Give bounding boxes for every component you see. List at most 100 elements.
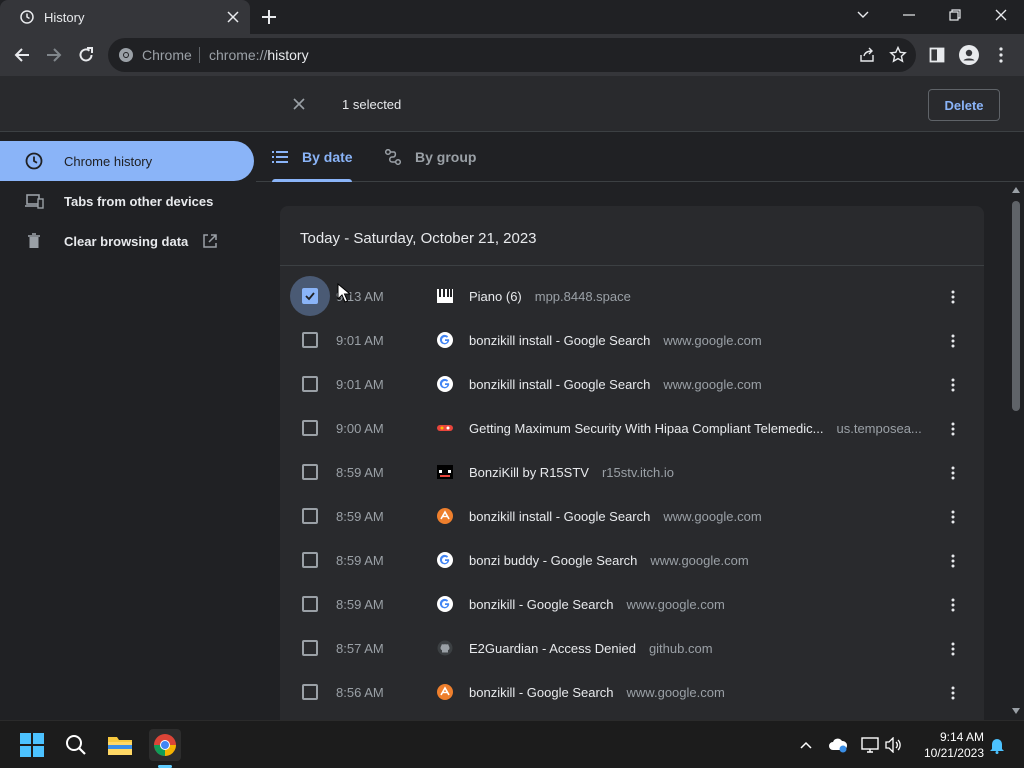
row-menu-button[interactable] [944,331,962,351]
row-checkbox[interactable] [302,420,318,436]
page-title: bonzikill install - Google Search [469,377,651,392]
row-menu-button[interactable] [944,683,962,703]
page-title: bonzikill install - Google Search [469,333,651,348]
notifications-button[interactable] [987,735,1007,755]
clock-time: 9:14 AM [939,730,984,744]
row-link[interactable]: Piano (6) mpp.8448.space [469,289,631,304]
row-link[interactable]: bonzikill - Google Search www.google.com [469,597,725,612]
search-button[interactable] [60,729,92,761]
row-link[interactable]: E2Guardian - Access Denied github.com [469,641,713,656]
sidebar-item-other-devices[interactable]: Tabs from other devices [0,181,254,221]
history-row[interactable]: 9:01 AM bonzikill install - Google Searc… [280,319,984,363]
network-button[interactable] [860,735,880,755]
github-favicon [437,640,453,656]
search-icon [66,735,86,755]
onedrive-button[interactable] [828,735,848,755]
mouse-cursor-icon [337,283,351,303]
page-title: bonzikill - Google Search [469,685,614,700]
row-menu-button[interactable] [944,375,962,395]
page-title: E2Guardian - Access Denied [469,641,636,656]
reload-button[interactable] [74,43,98,67]
visit-time: 8:59 AM [336,465,384,480]
scroll-up-icon[interactable] [1012,187,1020,193]
divider [280,265,984,266]
back-button[interactable] [10,43,34,67]
row-menu-button[interactable] [944,287,962,307]
row-checkbox[interactable] [302,552,318,568]
row-menu-button[interactable] [944,507,962,527]
page-title: BonziKill by R15STV [469,465,589,480]
row-menu-button[interactable] [944,639,962,659]
row-checkbox[interactable] [302,508,318,524]
row-checkbox[interactable] [302,596,318,612]
new-tab-button[interactable] [258,6,280,28]
visit-time: 9:00 AM [336,421,384,436]
history-row[interactable]: 9:00 AM Getting Maximum Security With Hi… [280,407,984,451]
address-bar[interactable]: Chrome chrome://history [108,38,916,72]
tab-by-date[interactable]: By date [272,133,353,181]
row-link[interactable]: bonzi buddy - Google Search www.google.co… [469,553,749,568]
menu-button[interactable] [990,44,1012,66]
page-domain: www.google.com [663,509,762,524]
close-window-button[interactable] [978,0,1024,30]
selection-count: 1 selected [342,97,402,112]
cloud-icon [829,738,848,753]
visit-time: 9:01 AM [336,333,384,348]
sidebar-item-chrome-history[interactable]: Chrome history [0,141,254,181]
close-tab-button[interactable] [222,6,244,28]
trash-icon [24,231,44,251]
start-button[interactable] [16,729,48,761]
file-explorer-button[interactable] [104,729,136,761]
row-menu-button[interactable] [944,419,962,439]
star-icon[interactable] [889,46,907,64]
history-row[interactable]: 8:56 AM bonzikill - Google Search www.goo… [280,671,984,715]
tab-by-group[interactable]: By group [384,133,476,181]
row-checkbox[interactable] [302,640,318,656]
forward-button[interactable] [42,43,66,67]
browser-tab-history[interactable]: History [0,0,250,34]
row-link[interactable]: bonzikill - Google Search www.google.com [469,685,725,700]
history-row[interactable]: 8:59 AM bonzi buddy - Google Search www.g… [280,539,984,583]
minimize-button[interactable] [886,0,932,30]
row-menu-button[interactable] [944,595,962,615]
row-menu-button[interactable] [944,551,962,571]
row-checkbox[interactable] [302,464,318,480]
sidebar-item-label: Chrome history [64,153,153,169]
history-row[interactable]: 9:01 AM bonzikill install - Google Searc… [280,363,984,407]
row-link[interactable]: BonziKill by R15STV r15stv.itch.io [469,465,674,480]
show-hidden-icons-button[interactable] [796,735,816,755]
page-scrollbar[interactable] [1008,183,1024,720]
restore-button[interactable] [932,0,978,30]
history-row[interactable]: 8:59 AM bonzikill install - Google Searc… [280,495,984,539]
row-link[interactable]: bonzikill install - Google Search www.goo… [469,377,762,392]
tab-search-button[interactable] [840,0,886,30]
clear-selection-button[interactable] [288,93,310,115]
history-row[interactable]: 8:59 AM BonziKill by R15STV r15stv.itch.i… [280,451,984,495]
history-row[interactable]: 8:59 AM bonzikill - Google Search www.goo… [280,583,984,627]
row-link[interactable]: bonzikill install - Google Search www.goo… [469,333,762,348]
devices-icon [24,191,44,211]
row-checkbox[interactable] [302,332,318,348]
sidebar-item-clear-browsing-data[interactable]: Clear browsing data [0,221,254,261]
omnibox-chip: Chrome [142,47,192,63]
scroll-down-icon[interactable] [1012,708,1020,714]
row-checkbox[interactable] [302,288,318,304]
row-checkbox[interactable] [302,376,318,392]
row-link[interactable]: Getting Maximum Security With Hipaa Comp… [469,421,922,436]
share-icon[interactable] [858,46,876,64]
google-favicon [437,332,453,348]
row-checkbox[interactable] [302,684,318,700]
scrollbar-thumb[interactable] [1012,201,1020,411]
row-menu-button[interactable] [944,463,962,483]
history-row[interactable]: 8:57 AM E2Guardian - Access Denied github… [280,627,984,671]
arrow-left-icon [14,48,29,62]
chrome-taskbar-button[interactable] [149,729,181,761]
row-link[interactable]: bonzikill install - Google Search www.goo… [469,509,762,524]
history-row[interactable]: 9:13 AM Piano (6) mpp.8448.space [280,275,984,319]
delete-button[interactable]: Delete [928,89,1000,121]
side-panel-button[interactable] [926,44,948,66]
profile-button[interactable] [958,44,980,66]
volume-button[interactable] [884,735,904,755]
taskbar-clock[interactable]: 9:14 AM 10/21/2023 [912,729,984,761]
browser-toolbar: Chrome chrome://history [0,34,1024,76]
